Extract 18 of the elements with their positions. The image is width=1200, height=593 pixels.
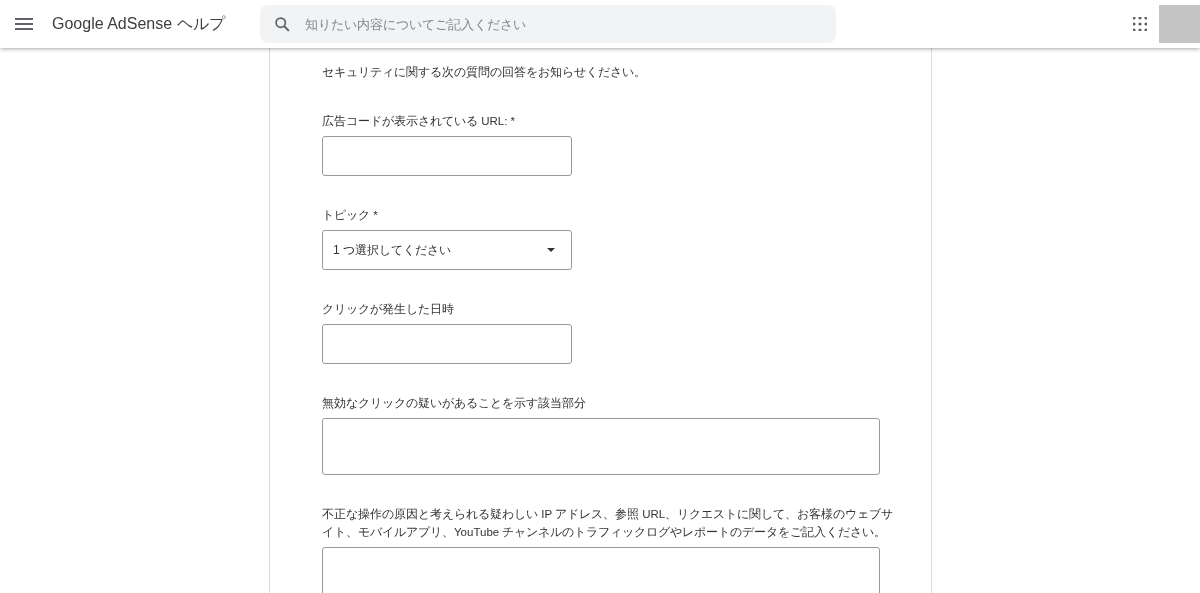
intro-text: セキュリティに関する次の質問の回答をお知らせください。 bbox=[322, 64, 647, 81]
text-area[interactable] bbox=[322, 547, 880, 593]
field-label: 広告コードが表示されている URL: * bbox=[322, 114, 517, 129]
field-label: クリックが発生した日時 bbox=[322, 302, 455, 317]
input-field[interactable] bbox=[322, 136, 572, 176]
search-input[interactable]: 知りたい内容についてご記入ください bbox=[303, 15, 836, 33]
menu-icon[interactable] bbox=[15, 18, 33, 30]
search-icon bbox=[274, 15, 291, 33]
input-field[interactable] bbox=[322, 324, 572, 364]
field-label: 不正な操作の原因と考えられる疑わしい IP アドレス、参照 URL、リクエストに関して、お客様のウェブサイト、モバイルアプリ、YouTube チャンネルのトラフィックログやレポートのデータをご記入ください。 bbox=[322, 507, 895, 540]
apps-icon[interactable] bbox=[1133, 17, 1147, 31]
field-label: 無効なクリックの疑いがあることを示す該当部分 bbox=[322, 396, 587, 412]
search-field[interactable]: 知りたい内容についてご記入ください bbox=[260, 5, 836, 43]
caret-icon bbox=[547, 248, 555, 252]
topic-dropdown[interactable]: 1 つ選択してください bbox=[322, 230, 572, 270]
field-label: トピック * bbox=[322, 208, 379, 223]
text-area[interactable] bbox=[322, 418, 880, 475]
site-title[interactable]: Google AdSense ヘルプ bbox=[52, 13, 242, 35]
